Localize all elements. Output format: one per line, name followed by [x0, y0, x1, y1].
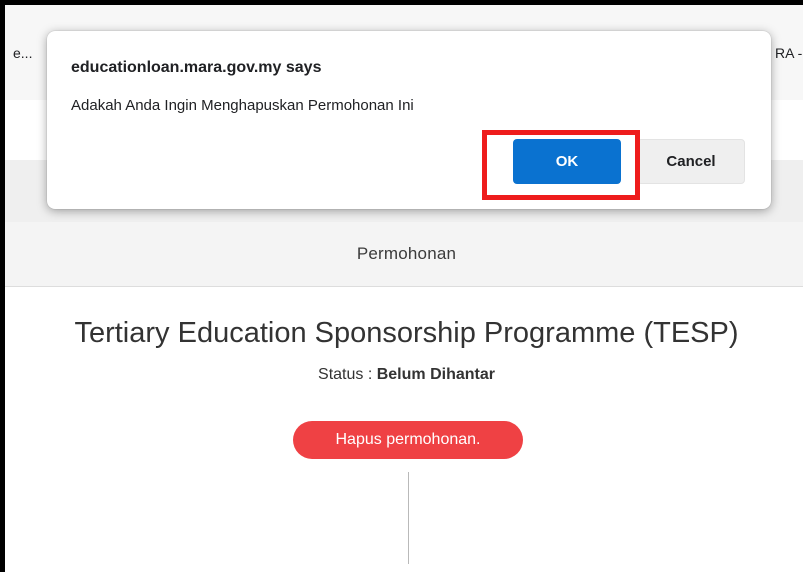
dialog-message: Adakah Anda Ingin Menghapuskan Permohona…: [71, 97, 414, 114]
page-nav-tab[interactable]: Permohonan: [5, 222, 803, 287]
confirm-dialog: educationloan.mara.gov.my says Adakah An…: [47, 31, 771, 209]
page-title: Tertiary Education Sponsorship Programme…: [74, 317, 739, 349]
dialog-title: educationloan.mara.gov.my says: [71, 59, 322, 76]
status-label: Status :: [318, 366, 377, 383]
ok-button[interactable]: OK: [513, 139, 621, 184]
timeline-connector: [408, 472, 409, 564]
status-value: Belum Dihantar: [376, 366, 495, 383]
status-line: Status : Belum Dihantar: [5, 366, 803, 384]
browser-tab-title-right[interactable]: RA -: [775, 45, 802, 61]
screenshot-frame: e... RA - Permohonan Tertiary Education …: [0, 0, 803, 572]
delete-application-button[interactable]: Hapus permohonan.: [293, 421, 523, 459]
cancel-button[interactable]: Cancel: [637, 139, 745, 184]
nav-tab-permohonan[interactable]: Permohonan: [357, 244, 456, 264]
browser-tab-title-left[interactable]: e...: [13, 45, 32, 61]
